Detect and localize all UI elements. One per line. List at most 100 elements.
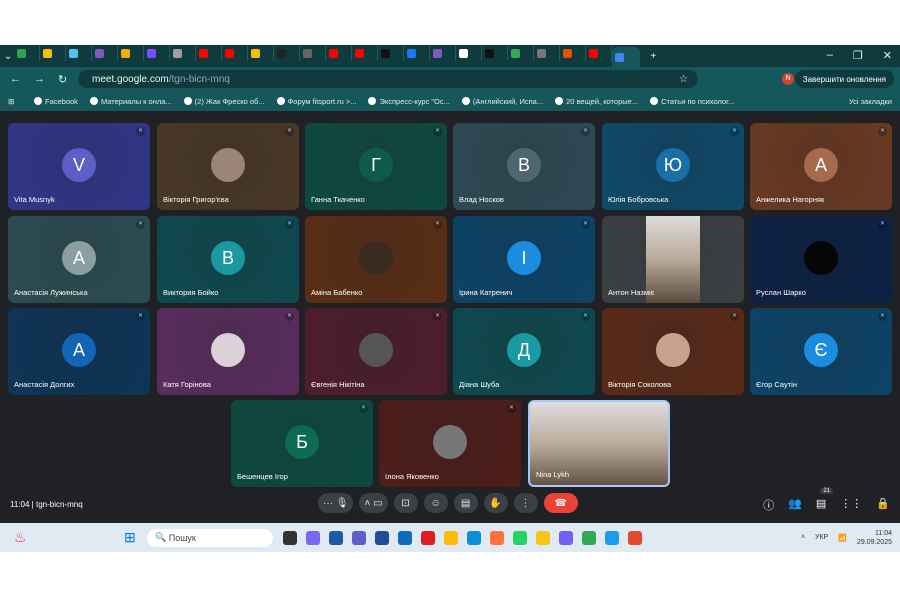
browser-tab[interactable]: [300, 45, 327, 61]
taskbar-app-icon[interactable]: [559, 530, 573, 545]
url-input[interactable]: meet.google.com/tgn-bicn-mnq ☆: [78, 70, 698, 88]
browser-tab[interactable]: [222, 45, 249, 61]
participant-tile[interactable]: Д ✕ Діана Шуба: [453, 308, 595, 395]
tab-search-icon[interactable]: ⌄: [4, 51, 12, 62]
browser-tab[interactable]: [66, 45, 93, 61]
bookmark[interactable]: (Английский, Испа...: [461, 97, 543, 106]
participant-tile[interactable]: ✕ Ілона Яковенко: [379, 400, 521, 487]
browser-tab[interactable]: [248, 45, 275, 61]
taskbar-app-icon[interactable]: [444, 530, 458, 545]
browser-tab[interactable]: [274, 45, 301, 61]
language-indicator[interactable]: УКР: [815, 534, 828, 541]
captions-button[interactable]: ▤: [453, 493, 478, 513]
bookmark[interactable]: Статьи по психолог...: [650, 97, 734, 106]
browser-tab[interactable]: [352, 45, 379, 61]
taskbar-app-icon[interactable]: [375, 530, 389, 545]
browser-tab[interactable]: [430, 45, 457, 61]
forward-icon[interactable]: →: [34, 73, 48, 85]
participant-tile[interactable]: Nina Lykh: [528, 400, 670, 487]
chat-icon[interactable]: ▤: [816, 497, 826, 513]
minimize-icon[interactable]: –: [827, 49, 833, 62]
participant-tile[interactable]: V ✕ Vita Musnyk: [8, 123, 150, 210]
participant-tile[interactable]: ✕ Катя Горінова: [157, 308, 299, 395]
info-icon[interactable]: ⓘ: [763, 497, 774, 513]
browser-tab[interactable]: [170, 45, 197, 61]
taskbar-app-icon[interactable]: [329, 530, 343, 545]
back-icon[interactable]: ←: [10, 73, 24, 85]
end-call-button[interactable]: ☎: [543, 493, 578, 513]
present-button[interactable]: ⊡: [393, 493, 418, 513]
apps-grid-icon[interactable]: ⊞: [8, 97, 14, 106]
participant-tile[interactable]: Антон Назміє: [602, 216, 744, 303]
browser-tab[interactable]: [560, 45, 587, 61]
taskbar-app-icon[interactable]: [306, 530, 320, 545]
participant-tile[interactable]: Є ✕ Єгор Саутін: [750, 308, 892, 395]
clock[interactable]: 11:04 29.09.2025: [857, 529, 892, 547]
participant-tile[interactable]: Ю ✕ Юлія Бобровська: [602, 123, 744, 210]
browser-tab[interactable]: [118, 45, 145, 61]
browser-tab[interactable]: [144, 45, 171, 61]
participant-tile[interactable]: А ✕ Анастасія Долгих: [8, 308, 150, 395]
more-options-button[interactable]: ⋮: [513, 493, 538, 513]
participant-tile[interactable]: В ✕ Влад Носков: [453, 123, 595, 210]
participant-tile[interactable]: В ✕ Виктория Бойко: [157, 216, 299, 303]
browser-tab[interactable]: [14, 45, 41, 61]
activities-icon[interactable]: ⋮⋮: [840, 497, 862, 513]
update-button[interactable]: Завершити оновлення: [794, 70, 894, 88]
taskbar-app-icon[interactable]: [398, 530, 412, 545]
participant-tile[interactable]: А ✕ Анастасія Лужинська: [8, 216, 150, 303]
participant-tile[interactable]: ✕ Вікторія Григор'єва: [157, 123, 299, 210]
all-bookmarks[interactable]: Усі закладки: [849, 97, 892, 106]
profile-avatar[interactable]: N: [782, 73, 794, 85]
maximize-icon[interactable]: ❐: [853, 49, 863, 62]
participant-tile[interactable]: І ✕ Ірина Катренич: [453, 216, 595, 303]
wifi-icon[interactable]: 📶: [838, 534, 847, 542]
new-tab-button[interactable]: +: [650, 51, 656, 62]
weather-icon[interactable]: ♨: [14, 529, 27, 546]
taskbar-app-icon[interactable]: [536, 530, 550, 545]
taskbar-app-icon[interactable]: [283, 530, 297, 545]
camera-button[interactable]: ˄ ▭: [359, 493, 388, 513]
tray-chevron-icon[interactable]: ˄: [801, 534, 805, 541]
bookmark[interactable]: Экспресс-курс "Ос...: [368, 97, 450, 106]
browser-tab[interactable]: [326, 45, 353, 61]
bookmark[interactable]: 20 вещей, которые...: [555, 97, 638, 106]
browser-tab[interactable]: [40, 45, 67, 61]
bookmark[interactable]: Форум fitsport.ru >...: [276, 97, 356, 106]
host-controls-icon[interactable]: 🔒: [876, 497, 890, 513]
taskbar-app-icon[interactable]: [628, 530, 642, 545]
taskbar-app-icon[interactable]: [582, 530, 596, 545]
taskbar-app-icon[interactable]: [513, 530, 527, 545]
browser-tab[interactable]: [534, 45, 561, 61]
participant-tile[interactable]: ✕ Євгенія Нікітіна: [305, 308, 447, 395]
reload-icon[interactable]: ↻: [58, 73, 72, 86]
mic-button[interactable]: ··· 🎙: [318, 493, 354, 513]
participant-tile[interactable]: ✕ Руслан Шарко: [750, 216, 892, 303]
browser-tab[interactable]: [196, 45, 223, 61]
participant-tile[interactable]: Б ✕ Бешенцев Ігор: [231, 400, 373, 487]
browser-tab[interactable]: [482, 45, 509, 61]
participant-tile[interactable]: А ✕ Анжелика Нагорняк: [750, 123, 892, 210]
browser-tab[interactable]: [404, 45, 431, 61]
raise-hand-button[interactable]: ✋: [483, 493, 508, 513]
browser-tab[interactable]: [456, 45, 483, 61]
taskbar-app-icon[interactable]: [605, 530, 619, 545]
start-icon[interactable]: ⊞: [124, 529, 136, 546]
star-icon[interactable]: ☆: [679, 74, 688, 85]
close-icon[interactable]: ✕: [883, 49, 892, 62]
emoji-button[interactable]: ☺: [423, 493, 448, 513]
participant-tile[interactable]: ✕ Вікторія Соколова: [602, 308, 744, 395]
bookmark[interactable]: Facebook: [34, 97, 78, 106]
participant-tile[interactable]: ✕ Аміна Бабенко: [305, 216, 447, 303]
people-icon[interactable]: 👥: [788, 497, 802, 513]
browser-tab[interactable]: [612, 47, 641, 67]
participant-tile[interactable]: Г ✕ Ганна Ткаченко: [305, 123, 447, 210]
browser-tab[interactable]: [508, 45, 535, 61]
bookmark[interactable]: Материалы к онла...: [89, 97, 172, 106]
taskbar-app-icon[interactable]: [421, 530, 435, 545]
browser-tab[interactable]: [586, 45, 613, 61]
bookmark[interactable]: (2) Жак Фреско об...: [183, 97, 265, 106]
taskbar-search[interactable]: 🔍 Пошук: [147, 528, 273, 547]
taskbar-app-icon[interactable]: [490, 530, 504, 545]
browser-tab[interactable]: [378, 45, 405, 61]
